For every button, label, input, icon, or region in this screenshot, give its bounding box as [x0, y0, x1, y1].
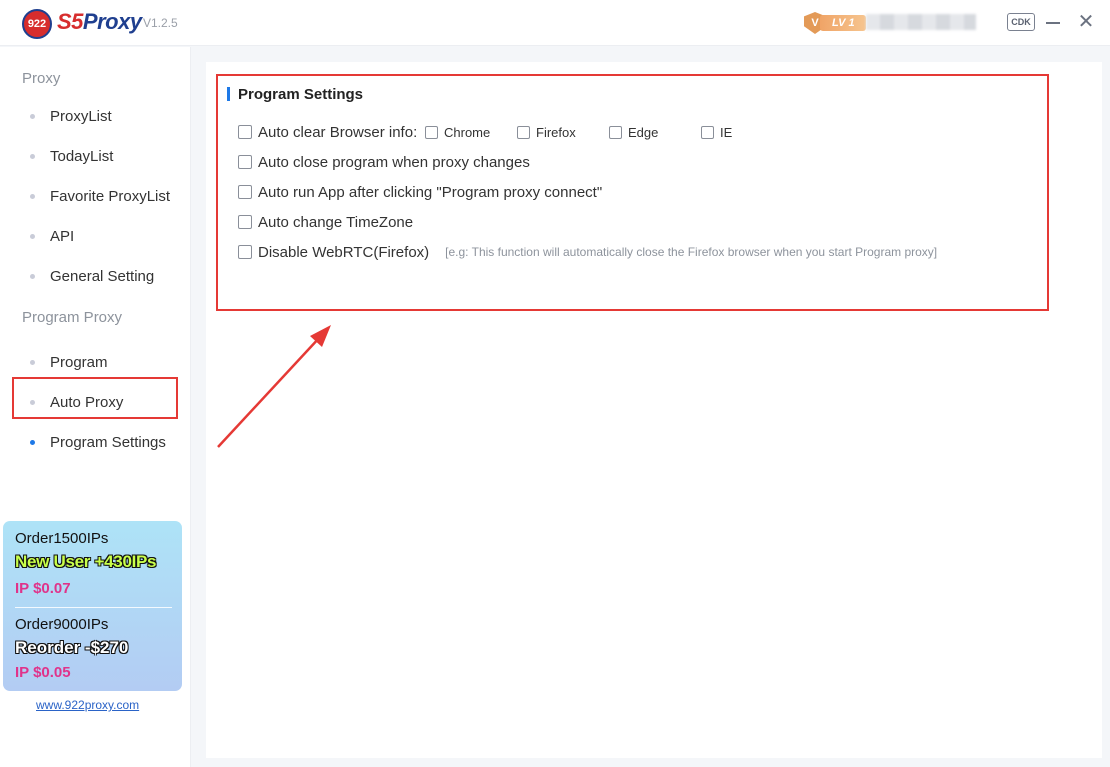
annotation-arrow-icon	[217, 325, 331, 448]
